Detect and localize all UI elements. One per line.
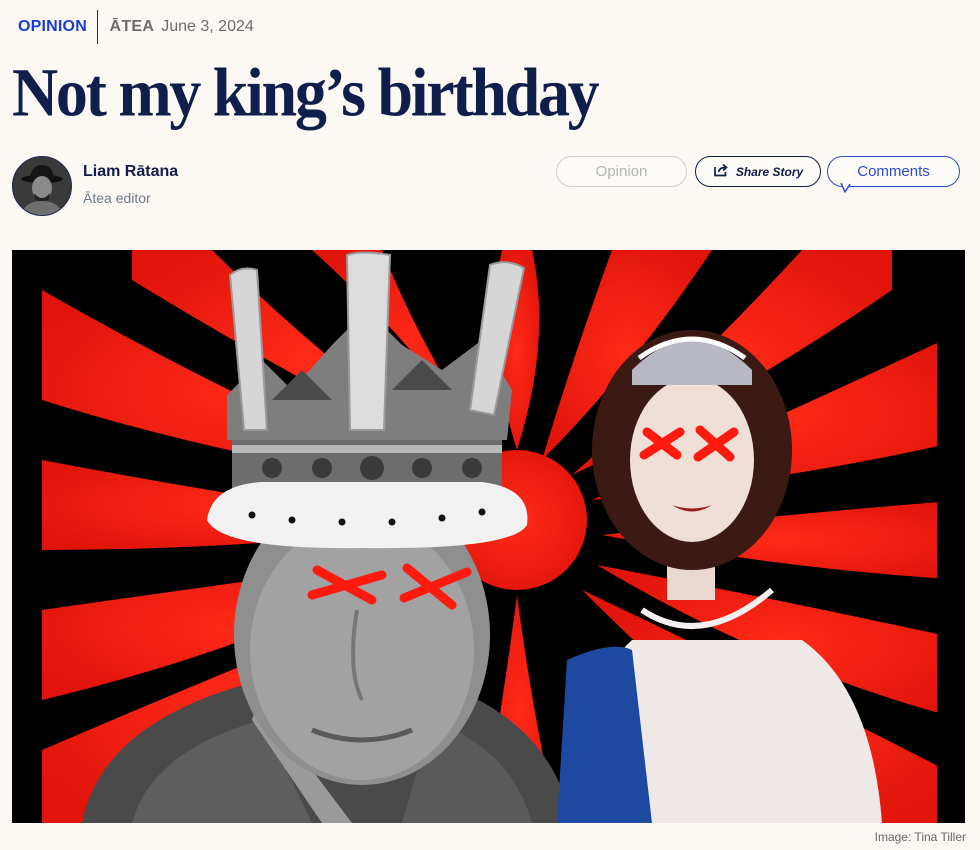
author-role: Ātea editor (83, 190, 151, 206)
brand-label: ĀTEA (109, 18, 155, 35)
publish-date: June 3, 2024 (161, 18, 254, 35)
hero-image (12, 250, 965, 823)
share-story-label: Share Story (735, 164, 804, 179)
avatar[interactable] (12, 156, 72, 216)
share-story-button[interactable]: Share Story (695, 156, 821, 187)
image-caption: Image: Tina Tiller (874, 830, 966, 844)
speech-bubble-tail-icon (840, 183, 851, 193)
page-title: Not my king’s birthday (12, 54, 600, 131)
opinion-button[interactable]: Opinion (556, 156, 687, 187)
meta-divider (96, 10, 99, 44)
section-link[interactable]: OPINION (18, 18, 97, 36)
article-meta: OPINION ĀTEA June 3, 2024 (18, 10, 254, 44)
author-photo (13, 157, 71, 215)
comments-label: Comments (857, 163, 930, 180)
share-icon (713, 163, 729, 180)
opinion-label: Opinion (595, 163, 648, 180)
author-name[interactable]: Liam Rātana (83, 163, 178, 181)
